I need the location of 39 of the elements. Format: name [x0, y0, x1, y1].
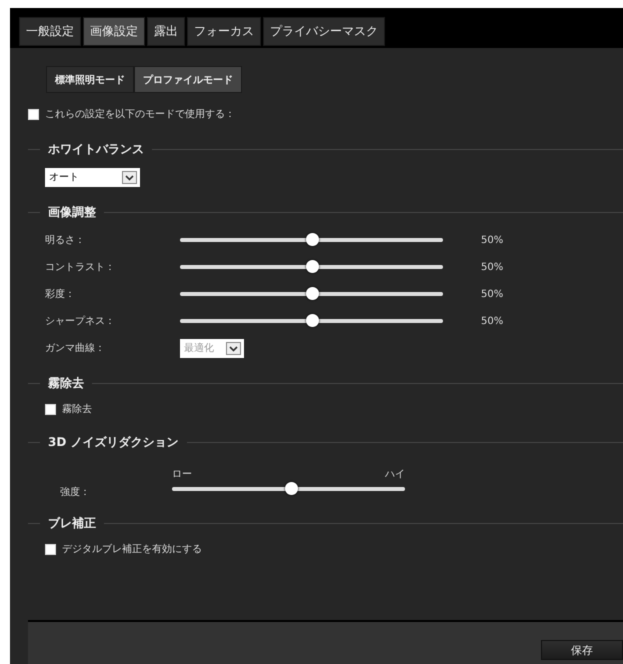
slider-label: シャープネス： — [45, 314, 116, 328]
checkbox-label: デジタルブレ補正を有効にする — [62, 542, 202, 556]
field-label: ガンマ曲線： — [45, 342, 106, 355]
mode-tab[interactable]: 標準照明モード — [46, 66, 134, 93]
dropdown[interactable]: オート — [45, 168, 140, 186]
tab[interactable]: フォーカス — [187, 17, 261, 46]
checkbox[interactable] — [45, 404, 56, 414]
caret-icon — [122, 170, 137, 184]
slider-value: 50% — [481, 288, 504, 300]
scale-min-label: ロー — [172, 468, 192, 481]
slider-value: 50% — [481, 234, 504, 246]
checkbox[interactable] — [45, 544, 56, 554]
tab[interactable]: 画像設定 — [83, 17, 145, 46]
tab[interactable]: 一般設定 — [19, 17, 81, 46]
tab[interactable]: プライバシーマスク — [263, 17, 385, 46]
slider-value: 50% — [481, 316, 504, 326]
slider-thumb[interactable] — [306, 233, 318, 246]
slider-thumb[interactable] — [284, 482, 298, 495]
slider-label: 強度： — [60, 486, 91, 499]
caret-icon — [226, 342, 241, 354]
slider-thumb[interactable] — [306, 260, 318, 273]
checkbox[interactable] — [28, 108, 39, 120]
section-title: ホワイトバランス — [48, 141, 144, 158]
section-title: ブレ補正 — [48, 515, 96, 532]
section-title: 画像調整 — [48, 204, 96, 221]
section-title: 3D ノイズリダクション — [48, 434, 178, 451]
slider-label: コントラスト： — [45, 261, 116, 274]
slider-thumb[interactable] — [306, 287, 318, 300]
scale-max-label: ハイ — [385, 468, 405, 481]
mode-tab[interactable]: プロファイルモード — [134, 66, 242, 93]
section-title: 霧除去 — [48, 375, 84, 392]
slider-thumb[interactable] — [306, 314, 318, 327]
checkbox-label: 霧除去 — [62, 402, 92, 416]
tab[interactable]: 露出 — [147, 17, 185, 46]
save-button[interactable]: 保存 — [541, 640, 623, 660]
slider-label: 明るさ： — [45, 234, 86, 247]
checkbox-label: これらの設定を以下のモードで使用する： — [45, 108, 235, 121]
slider-label: 彩度： — [45, 288, 76, 301]
slider-value: 50% — [481, 262, 504, 272]
